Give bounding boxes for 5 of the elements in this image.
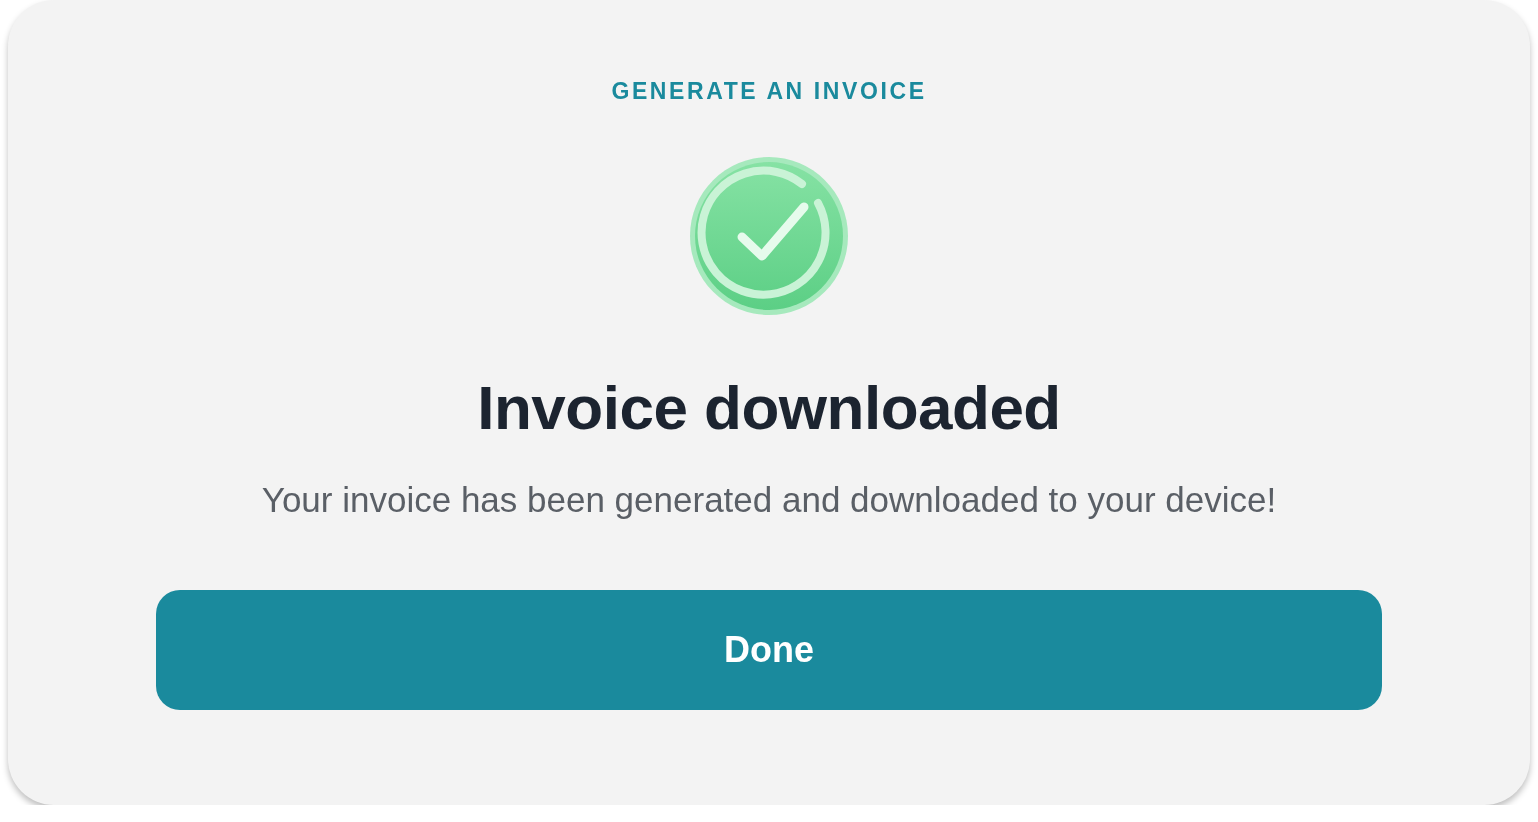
dialog-title: Invoice downloaded <box>477 372 1061 444</box>
check-circle-icon <box>690 157 848 315</box>
dialog-message: Your invoice has been generated and downloaded to your device! <box>261 479 1277 521</box>
eyebrow-title: GENERATE AN INVOICE <box>611 78 927 104</box>
done-button[interactable]: Done <box>156 590 1382 710</box>
